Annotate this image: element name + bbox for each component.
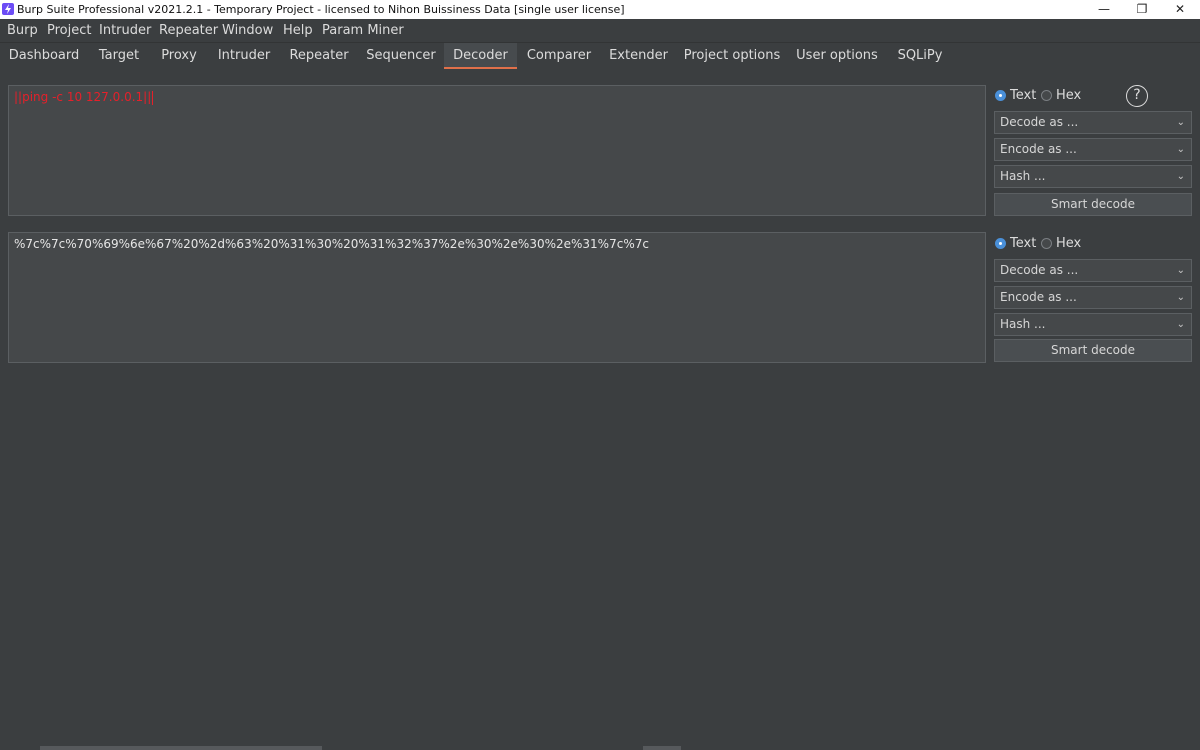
tab-bar: Dashboard Target Proxy Intruder Repeater… xyxy=(0,42,1200,70)
chevron-down-icon: ⌄ xyxy=(1176,292,1185,303)
menu-project[interactable]: Project xyxy=(47,19,91,42)
tab-user-options[interactable]: User options xyxy=(788,43,886,69)
tab-dashboard[interactable]: Dashboard xyxy=(0,43,88,69)
minimize-button[interactable]: — xyxy=(1086,0,1122,19)
decode-as-select[interactable]: Decode as ... ⌄ xyxy=(994,259,1192,282)
text-radio[interactable] xyxy=(995,90,1006,101)
input-text: ||ping -c 10 127.0.0.1|| xyxy=(14,90,152,104)
tab-extender[interactable]: Extender xyxy=(601,43,676,69)
smart-decode-button[interactable]: Smart decode xyxy=(994,193,1192,216)
encode-as-select[interactable]: Encode as ... ⌄ xyxy=(994,286,1192,309)
chevron-down-icon: ⌄ xyxy=(1176,319,1185,330)
text-radio-label: Text xyxy=(1010,236,1037,251)
scroll-indicator xyxy=(40,746,322,750)
tab-comparer[interactable]: Comparer xyxy=(517,43,601,69)
hex-radio-label: Hex xyxy=(1056,236,1082,251)
tab-sqlipy[interactable]: SQLiPy xyxy=(886,43,954,69)
close-button[interactable]: ✕ xyxy=(1162,0,1198,19)
menu-param-miner[interactable]: Param Miner xyxy=(322,19,404,42)
text-caret xyxy=(152,90,154,105)
menu-bar: Burp Project Intruder Repeater Window He… xyxy=(0,19,1200,42)
tab-proxy[interactable]: Proxy xyxy=(150,43,208,69)
tab-sequencer[interactable]: Sequencer xyxy=(358,43,444,69)
text-radio[interactable] xyxy=(995,238,1006,249)
tab-project-options[interactable]: Project options xyxy=(676,43,788,69)
smart-decode-button[interactable]: Smart decode xyxy=(994,339,1192,362)
output-text: %7c%7c%70%69%6e%67%20%2d%63%20%31%30%20%… xyxy=(14,237,649,251)
chevron-down-icon: ⌄ xyxy=(1176,171,1185,182)
chevron-down-icon: ⌄ xyxy=(1176,265,1185,276)
encode-as-select[interactable]: Encode as ... ⌄ xyxy=(994,138,1192,161)
decoder-input-editor[interactable]: ||ping -c 10 127.0.0.1|| xyxy=(8,85,986,216)
hex-radio-label: Hex xyxy=(1056,88,1082,103)
hash-select[interactable]: Hash ... ⌄ xyxy=(994,165,1192,188)
hash-select[interactable]: Hash ... ⌄ xyxy=(994,313,1192,336)
tab-target[interactable]: Target xyxy=(88,43,150,69)
decode-as-select[interactable]: Decode as ... ⌄ xyxy=(994,111,1192,134)
tab-intruder[interactable]: Intruder xyxy=(208,43,280,69)
tab-repeater[interactable]: Repeater xyxy=(280,43,358,69)
tab-decoder[interactable]: Decoder xyxy=(444,43,517,69)
menu-help[interactable]: Help xyxy=(283,19,313,42)
window-title: Burp Suite Professional v2021.2.1 - Temp… xyxy=(17,3,625,16)
menu-intruder[interactable]: Intruder xyxy=(99,19,151,42)
burp-logo-icon xyxy=(2,3,14,15)
chevron-down-icon: ⌄ xyxy=(1176,117,1185,128)
menu-repeater[interactable]: Repeater xyxy=(159,19,218,42)
menu-burp[interactable]: Burp xyxy=(7,19,38,42)
title-bar: Burp Suite Professional v2021.2.1 - Temp… xyxy=(0,0,1200,19)
text-radio-label: Text xyxy=(1010,88,1037,103)
help-icon[interactable]: ? xyxy=(1126,85,1148,107)
decoder-output-editor[interactable]: %7c%7c%70%69%6e%67%20%2d%63%20%31%30%20%… xyxy=(8,232,986,363)
menu-window[interactable]: Window xyxy=(222,19,273,42)
restore-button[interactable]: ❐ xyxy=(1124,0,1160,19)
chevron-down-icon: ⌄ xyxy=(1176,144,1185,155)
hex-radio[interactable] xyxy=(1041,238,1052,249)
hex-radio[interactable] xyxy=(1041,90,1052,101)
scroll-indicator xyxy=(643,746,681,750)
